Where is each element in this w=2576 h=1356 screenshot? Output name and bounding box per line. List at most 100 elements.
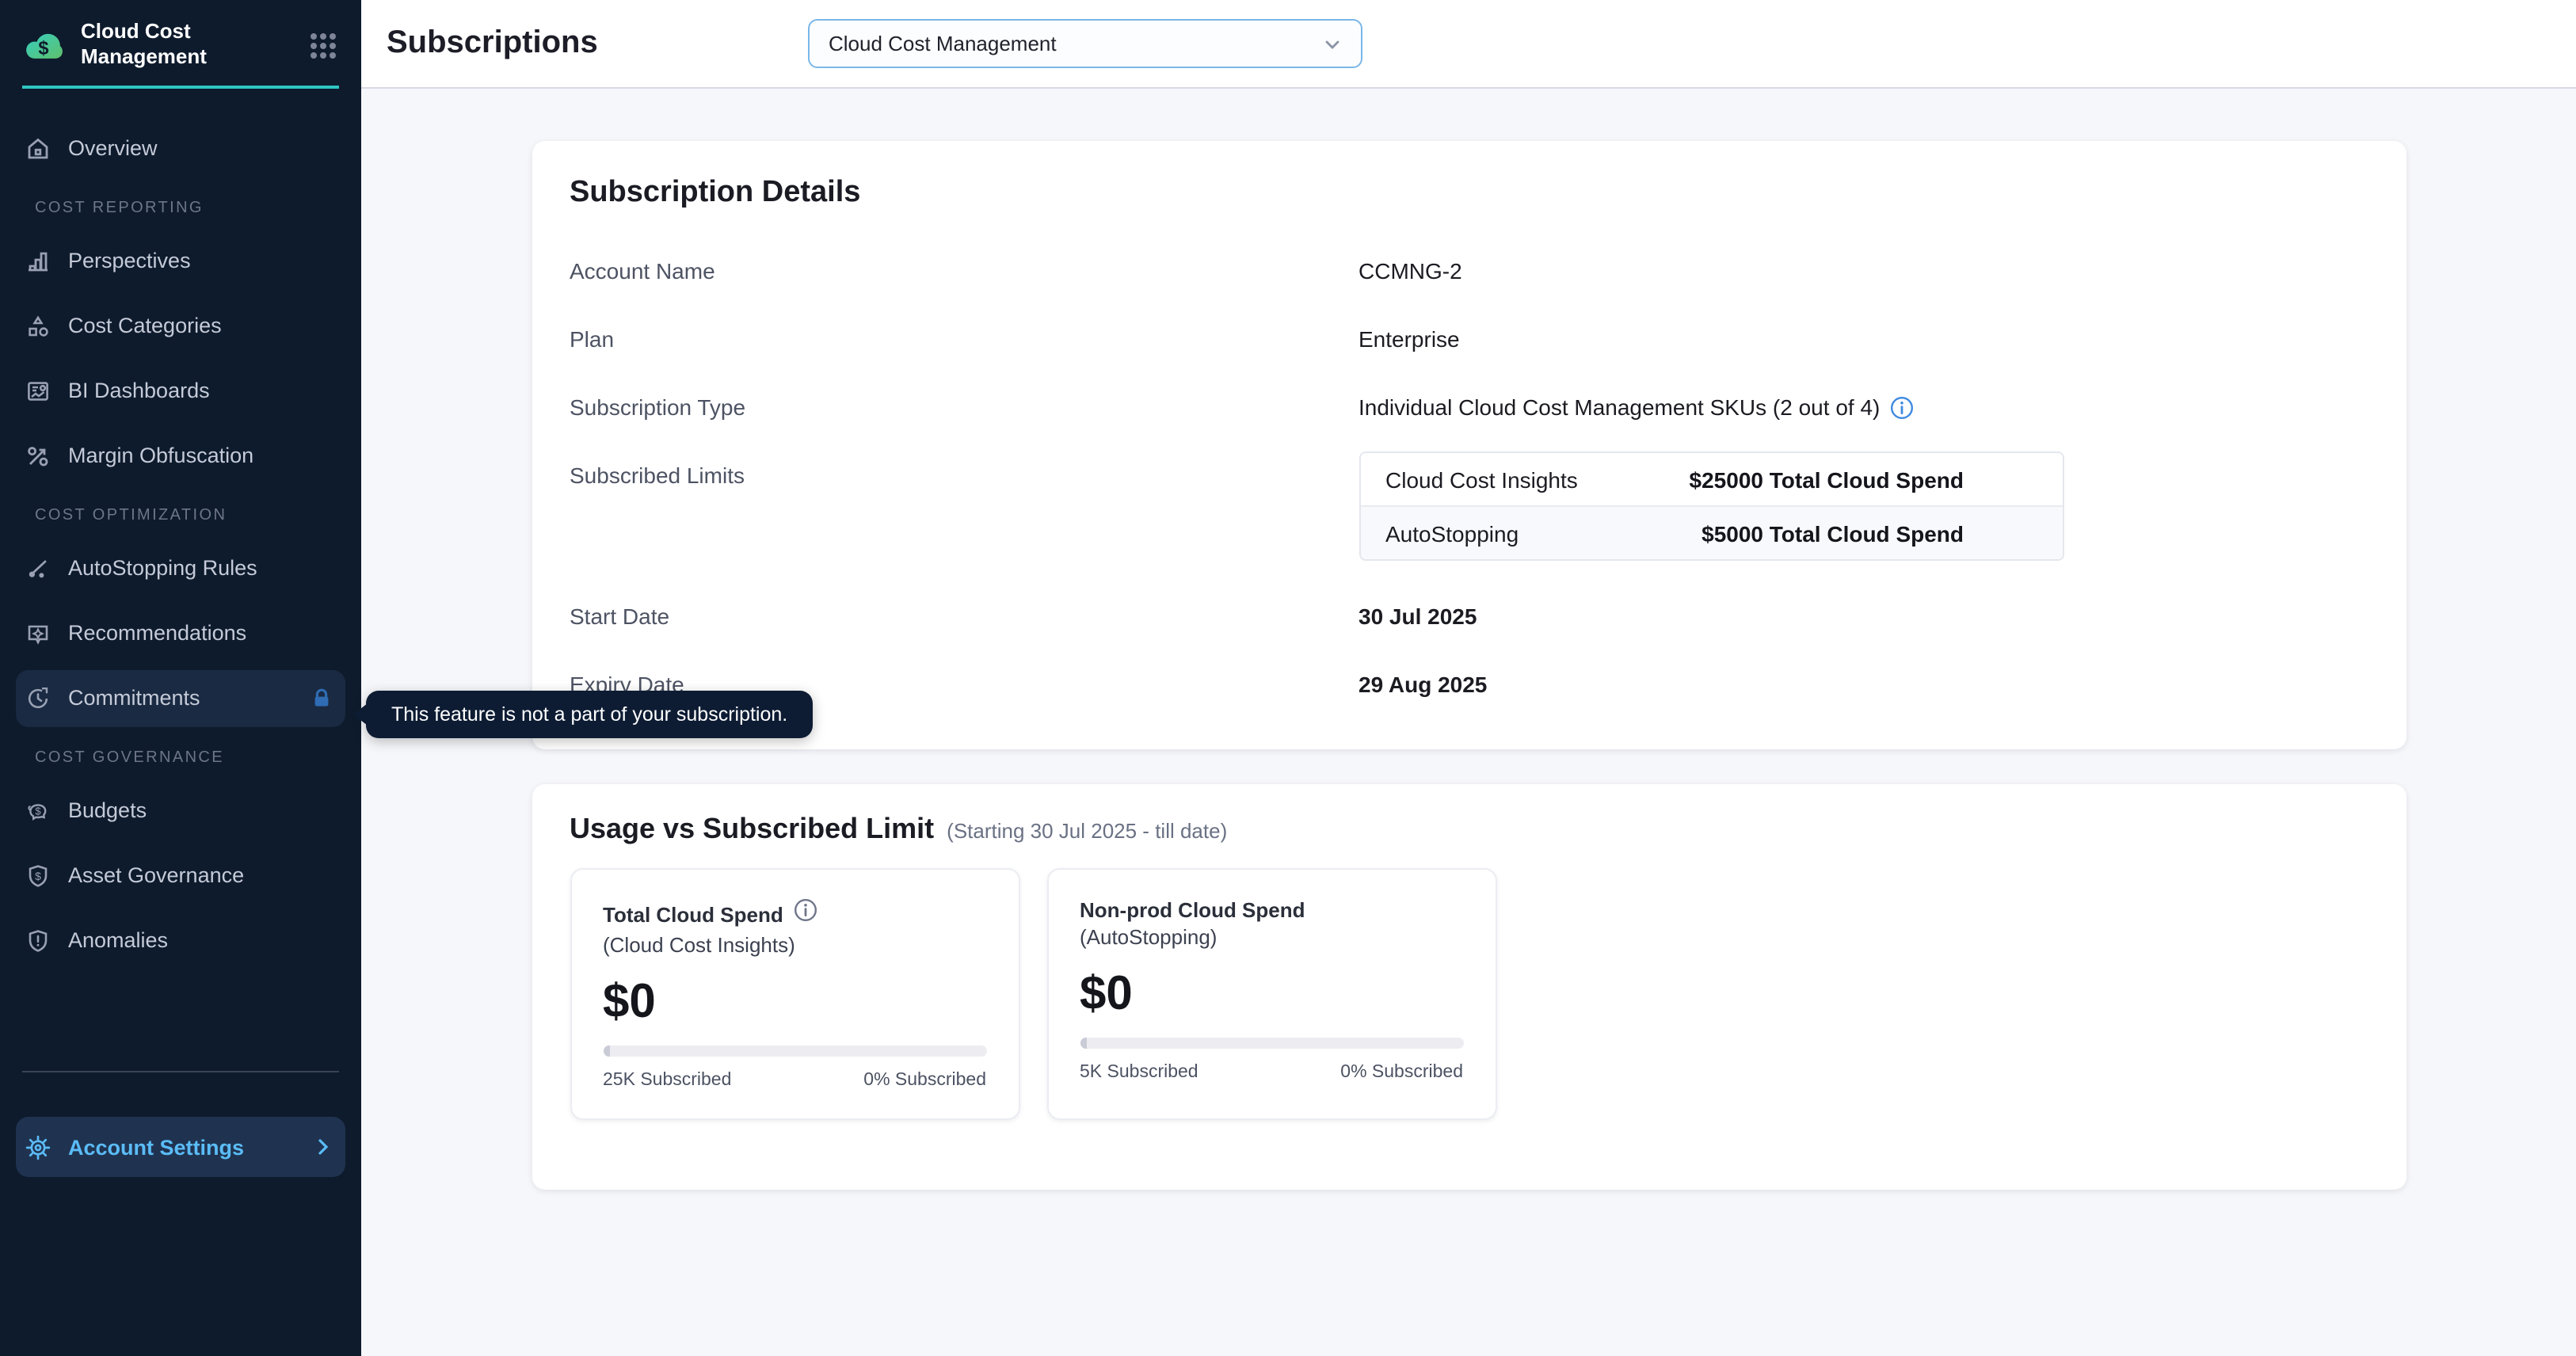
module-selector-dropdown[interactable]: Cloud Cost Management (808, 19, 1362, 68)
sidebar-item-recommendations[interactable]: Recommendations (16, 604, 345, 661)
module-selector-value: Cloud Cost Management (829, 32, 1057, 55)
subscribed-amount-label: 5K Subscribed (1080, 1063, 1198, 1082)
limit-value: $25000 Total Cloud Spend (1671, 467, 2062, 492)
subscription-details-title: Subscription Details (570, 176, 2368, 211)
sidebar-item-margin-obfuscation[interactable]: Margin Obfuscation (16, 427, 345, 484)
progress-fill (1080, 1038, 1086, 1049)
subscription-tooltip: This feature is not a part of your subsc… (366, 691, 813, 738)
sidebar-item-overview[interactable]: Overview (16, 120, 345, 177)
lock-icon (311, 687, 333, 709)
detail-row-expiry-date: Expiry Date 29 Aug 2025 (570, 672, 2368, 697)
app-title: Cloud Cost Management (81, 19, 258, 70)
sidebar-item-label: Recommendations (68, 621, 246, 645)
sidebar-item-bi-dashboards[interactable]: BI Dashboards (16, 362, 345, 419)
detail-value: 30 Jul 2025 (1358, 604, 1477, 629)
limit-name: Cloud Cost Insights (1360, 467, 1671, 492)
sidebar-item-commitments[interactable]: Commitments (16, 669, 345, 726)
sidebar-item-account-settings[interactable]: Account Settings (16, 1117, 345, 1177)
mini-card-subtitle: (Cloud Cost Insights) (603, 933, 986, 957)
sidebar-section-cost-governance: COST GOVERNANCE (16, 748, 345, 769)
subscribed-percent-label: 0% Subscribed (863, 1071, 986, 1090)
usage-subtitle: (Starting 30 Jul 2025 - till date) (947, 819, 1227, 843)
autostopping-icon (25, 555, 51, 581)
table-row: AutoStopping $5000 Total Cloud Spend (1360, 505, 2062, 559)
limit-name: AutoStopping (1360, 520, 1671, 546)
svg-text:$: $ (38, 38, 48, 59)
piggy-bank-icon: $ (25, 798, 51, 823)
detail-label: Subscription Type (570, 394, 1358, 420)
subscribed-amount-label: 25K Subscribed (603, 1071, 731, 1090)
app-grid-icon[interactable] (307, 31, 339, 63)
chevron-right-icon (314, 1137, 333, 1156)
sidebar-bottom-divider (22, 1071, 339, 1072)
sidebar-item-label: Asset Governance (68, 863, 244, 887)
percent-arrow-icon (25, 443, 51, 468)
subscribed-percent-label: 0% Subscribed (1340, 1063, 1463, 1082)
sidebar-item-label: Cost Categories (68, 314, 222, 337)
sidebar-section-cost-reporting: COST REPORTING (16, 199, 345, 219)
detail-label: Plan (570, 326, 1358, 352)
sidebar-item-perspectives[interactable]: Perspectives (16, 232, 345, 289)
sidebar-item-label: BI Dashboards (68, 379, 210, 402)
spend-value: $0 (1080, 971, 1463, 1019)
sidebar-item-anomalies[interactable]: Anomalies (16, 912, 345, 969)
mini-card-subtitle: (AutoStopping) (1080, 925, 1463, 949)
detail-label: Account Name (570, 258, 1358, 284)
usage-vs-limit-card: Usage vs Subscribed Limit (Starting 30 J… (532, 784, 2406, 1190)
shield-dollar-icon: $ (25, 863, 51, 888)
usage-heading: Usage vs Subscribed Limit (Starting 30 J… (570, 813, 2368, 846)
sidebar: $ Cloud Cost Management Overview COST RE… (0, 0, 361, 1356)
spend-value: $0 (603, 979, 986, 1027)
sidebar-item-asset-governance[interactable]: $ Asset Governance (16, 847, 345, 904)
detail-value: 29 Aug 2025 (1358, 672, 1487, 697)
sidebar-item-budgets[interactable]: $ Budgets (16, 782, 345, 839)
detail-row-account-name: Account Name CCMNG-2 (570, 258, 2368, 284)
progress-fill (603, 1046, 609, 1057)
progress-bar (1080, 1038, 1463, 1049)
sidebar-item-label: AutoStopping Rules (68, 556, 257, 580)
home-icon (25, 135, 51, 161)
subscription-details-card: Subscription Details Account Name CCMNG-… (532, 141, 2406, 749)
progress-bar (603, 1046, 986, 1057)
gear-icon (25, 1134, 51, 1160)
commitments-clock-icon (25, 685, 51, 710)
detail-label: Start Date (570, 604, 1358, 629)
sidebar-item-cost-categories[interactable]: Cost Categories (16, 297, 345, 354)
detail-row-subscription-type: Subscription Type Individual Cloud Cost … (570, 394, 2368, 420)
detail-value: CCMNG-2 (1358, 258, 1462, 284)
sidebar-item-label: Perspectives (68, 249, 191, 272)
bar-chart-icon (25, 248, 51, 273)
svg-text:$: $ (35, 805, 41, 817)
sidebar-header: $ Cloud Cost Management (0, 0, 361, 85)
sidebar-item-autostopping-rules[interactable]: AutoStopping Rules (16, 539, 345, 596)
subscription-type-text: Individual Cloud Cost Management SKUs (2… (1358, 394, 1880, 420)
subscribed-limits-table: Cloud Cost Insights $25000 Total Cloud S… (1358, 451, 2063, 561)
chevron-down-icon (1323, 34, 1342, 53)
info-icon[interactable] (1889, 395, 1913, 419)
table-row: Cloud Cost Insights $25000 Total Cloud S… (1360, 453, 2062, 505)
sidebar-item-label: Anomalies (68, 928, 168, 952)
mini-card-title: Total Cloud Spend (603, 902, 783, 926)
detail-row-start-date: Start Date 30 Jul 2025 (570, 604, 2368, 629)
total-cloud-spend-card: Total Cloud Spend (Cloud Cost Insights) … (570, 868, 1019, 1120)
sidebar-item-label: Overview (68, 136, 158, 160)
detail-row-subscribed-limits: Subscribed Limits Cloud Cost Insights $2… (570, 463, 2368, 561)
sidebar-item-label: Account Settings (68, 1135, 244, 1159)
shield-alert-icon (25, 927, 51, 953)
info-icon[interactable] (795, 898, 818, 930)
recommendations-icon (25, 620, 51, 646)
dashboard-image-icon (25, 378, 51, 403)
page-title: Subscriptions (387, 25, 598, 62)
svg-text:$: $ (35, 869, 41, 882)
cloud-cost-logo-icon: $ (22, 24, 65, 67)
sidebar-item-label: Commitments (68, 686, 200, 710)
sidebar-section-cost-optimization: COST OPTIMIZATION (16, 506, 345, 527)
topbar: Subscriptions Cloud Cost Management (361, 0, 2576, 89)
limit-value: $5000 Total Cloud Spend (1671, 520, 2062, 546)
nonprod-cloud-spend-card: Non-prod Cloud Spend (AutoStopping) $0 5… (1046, 868, 1496, 1120)
usage-title: Usage vs Subscribed Limit (570, 813, 934, 846)
mini-card-title: Non-prod Cloud Spend (1080, 898, 1305, 922)
detail-value: Enterprise (1358, 326, 1460, 352)
detail-row-plan: Plan Enterprise (570, 326, 2368, 352)
detail-value: Individual Cloud Cost Management SKUs (2… (1358, 394, 1913, 420)
